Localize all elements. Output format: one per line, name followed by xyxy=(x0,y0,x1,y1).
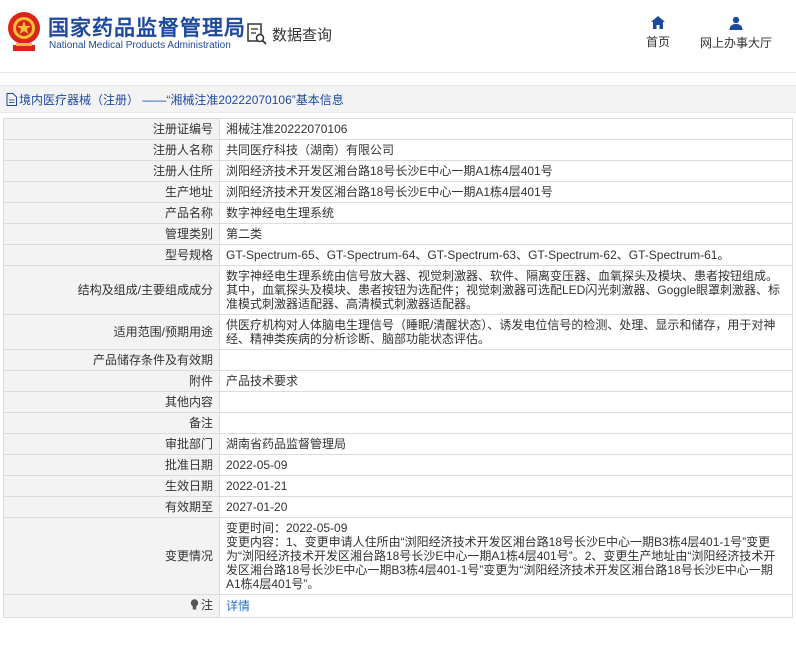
row-label: 批准日期 xyxy=(3,454,220,476)
row-label: 产品储存条件及有效期 xyxy=(3,349,220,371)
table-row: 结构及组成/主要组成成分 数字神经电生理系统由信号放大器、视觉刺激器、软件、隔离变… xyxy=(3,265,793,315)
table-row: 注册证编号 湘械注准20222070106 xyxy=(3,118,793,140)
nav-home-label: 首页 xyxy=(645,35,670,49)
note-cell: 详情 xyxy=(219,594,793,618)
nav-online-hall-label: 网上办事大厅 xyxy=(699,36,772,50)
row-value: 产品技术要求 xyxy=(219,370,793,392)
data-query-nav[interactable]: 数据查询 xyxy=(247,22,332,46)
row-label: 管理类别 xyxy=(3,223,220,245)
row-label: 产品名称 xyxy=(3,202,220,224)
row-value: 湘械注准20222070106 xyxy=(219,118,793,140)
change-details: 变更时间：2022-05-09 变更内容：1、变更申请人住所由“浏阳经济技术开发… xyxy=(219,517,793,595)
row-label: 其他内容 xyxy=(3,391,220,413)
row-label: 型号规格 xyxy=(3,244,220,266)
table-row: 产品储存条件及有效期 xyxy=(3,349,793,371)
row-value: 2022-01-21 xyxy=(219,475,793,497)
change-content: 变更内容：1、变更申请人住所由“浏阳经济技术开发区湘台路18号长沙E中心一期B3… xyxy=(226,535,776,591)
row-value: 2022-05-09 xyxy=(219,454,793,476)
brand-subtitle: National Medical Products Administration xyxy=(49,40,231,51)
row-value: 数字神经电生理系统由信号放大器、视觉刺激器、软件、隔离变压器、血氧探头及模块、患… xyxy=(219,265,793,315)
change-time: 变更时间：2022-05-09 xyxy=(226,521,348,535)
note-label: 注 xyxy=(200,598,213,612)
row-label: 变更情况 xyxy=(3,517,220,595)
table-row: 备注 xyxy=(3,412,793,434)
row-label: 注册人名称 xyxy=(3,139,220,161)
row-value: 浏阳经济技术开发区湘台路18号长沙E中心一期A1栋4层401号 xyxy=(219,160,793,182)
row-label: 有效期至 xyxy=(3,496,220,518)
details-link[interactable]: 详情 xyxy=(226,599,250,613)
row-label: 适用范围/预期用途 xyxy=(3,314,220,350)
row-value: 共同医疗科技（湖南）有限公司 xyxy=(219,139,793,161)
document-search-icon xyxy=(247,23,267,45)
table-row: 附件 产品技术要求 xyxy=(3,370,793,392)
national-emblem-icon xyxy=(8,12,40,51)
row-value: 第二类 xyxy=(219,223,793,245)
lightbulb-icon xyxy=(190,599,199,610)
table-row: 批准日期 2022-05-09 xyxy=(3,454,793,476)
table-row: 有效期至 2027-01-20 xyxy=(3,496,793,518)
row-label: 生产地址 xyxy=(3,181,220,203)
nav-online-hall[interactable]: 网上办事大厅 xyxy=(698,16,774,51)
nav-home[interactable]: 首页 xyxy=(643,16,673,50)
data-query-label: 数据查询 xyxy=(272,26,333,44)
row-label-note: 注 xyxy=(3,594,220,618)
row-value xyxy=(219,412,793,434)
row-value: GT-Spectrum-65、GT-Spectrum-64、GT-Spectru… xyxy=(219,244,793,266)
row-label: 注册证编号 xyxy=(3,118,220,140)
row-label: 审批部门 xyxy=(3,433,220,455)
site-header: 国家药品监督管理局 National Medical Products Admi… xyxy=(0,0,796,72)
row-label: 附件 xyxy=(3,370,220,392)
header-divider xyxy=(0,72,796,73)
document-icon xyxy=(6,93,17,106)
breadcrumb: 境内医疗器械（注册） ——“湘械注准20222070106”基本信息 xyxy=(0,85,796,113)
table-row-note: 注 详情 xyxy=(3,594,793,618)
row-value xyxy=(219,391,793,413)
breadcrumb-text: 境内医疗器械（注册） ——“湘械注准20222070106”基本信息 xyxy=(19,93,344,107)
table-row: 产品名称 数字神经电生理系统 xyxy=(3,202,793,224)
row-value: 2027-01-20 xyxy=(219,496,793,518)
home-icon xyxy=(651,16,665,29)
row-value: 数字神经电生理系统 xyxy=(219,202,793,224)
brand-title[interactable]: 国家药品监督管理局 xyxy=(48,12,246,42)
registration-info-table: 注册证编号 湘械注准20222070106 注册人名称 共同医疗科技（湖南）有限公司注… xyxy=(3,118,793,618)
row-value: 湖南省药品监督管理局 xyxy=(219,433,793,455)
row-label: 结构及组成/主要组成成分 xyxy=(3,265,220,315)
table-row: 注册人名称 共同医疗科技（湖南）有限公司 xyxy=(3,139,793,161)
user-icon xyxy=(729,16,743,30)
table-row: 型号规格 GT-Spectrum-65、GT-Spectrum-64、GT-Spe… xyxy=(3,244,793,266)
row-label: 注册人住所 xyxy=(3,160,220,182)
row-value: 浏阳经济技术开发区湘台路18号长沙E中心一期A1栋4层401号 xyxy=(219,181,793,203)
table-row: 管理类别 第二类 xyxy=(3,223,793,245)
row-value xyxy=(219,349,793,371)
row-value: 供医疗机构对人体脑电生理信号（睡眠/清醒状态）、诱发电位信号的检测、处理、显示和… xyxy=(219,314,793,350)
table-row: 生产地址 浏阳经济技术开发区湘台路18号长沙E中心一期A1栋4层401号 xyxy=(3,181,793,203)
row-label: 生效日期 xyxy=(3,475,220,497)
table-row: 注册人住所 浏阳经济技术开发区湘台路18号长沙E中心一期A1栋4层401号 xyxy=(3,160,793,182)
table-row: 审批部门 湖南省药品监督管理局 xyxy=(3,433,793,455)
table-row: 生效日期 2022-01-21 xyxy=(3,475,793,497)
table-row: 适用范围/预期用途 供医疗机构对人体脑电生理信号（睡眠/清醒状态）、诱发电位信号的… xyxy=(3,314,793,350)
table-row: 其他内容 xyxy=(3,391,793,413)
row-label: 备注 xyxy=(3,412,220,434)
table-row-change: 变更情况 变更时间：2022-05-09 变更内容：1、变更申请人住所由“浏阳经… xyxy=(3,517,793,595)
